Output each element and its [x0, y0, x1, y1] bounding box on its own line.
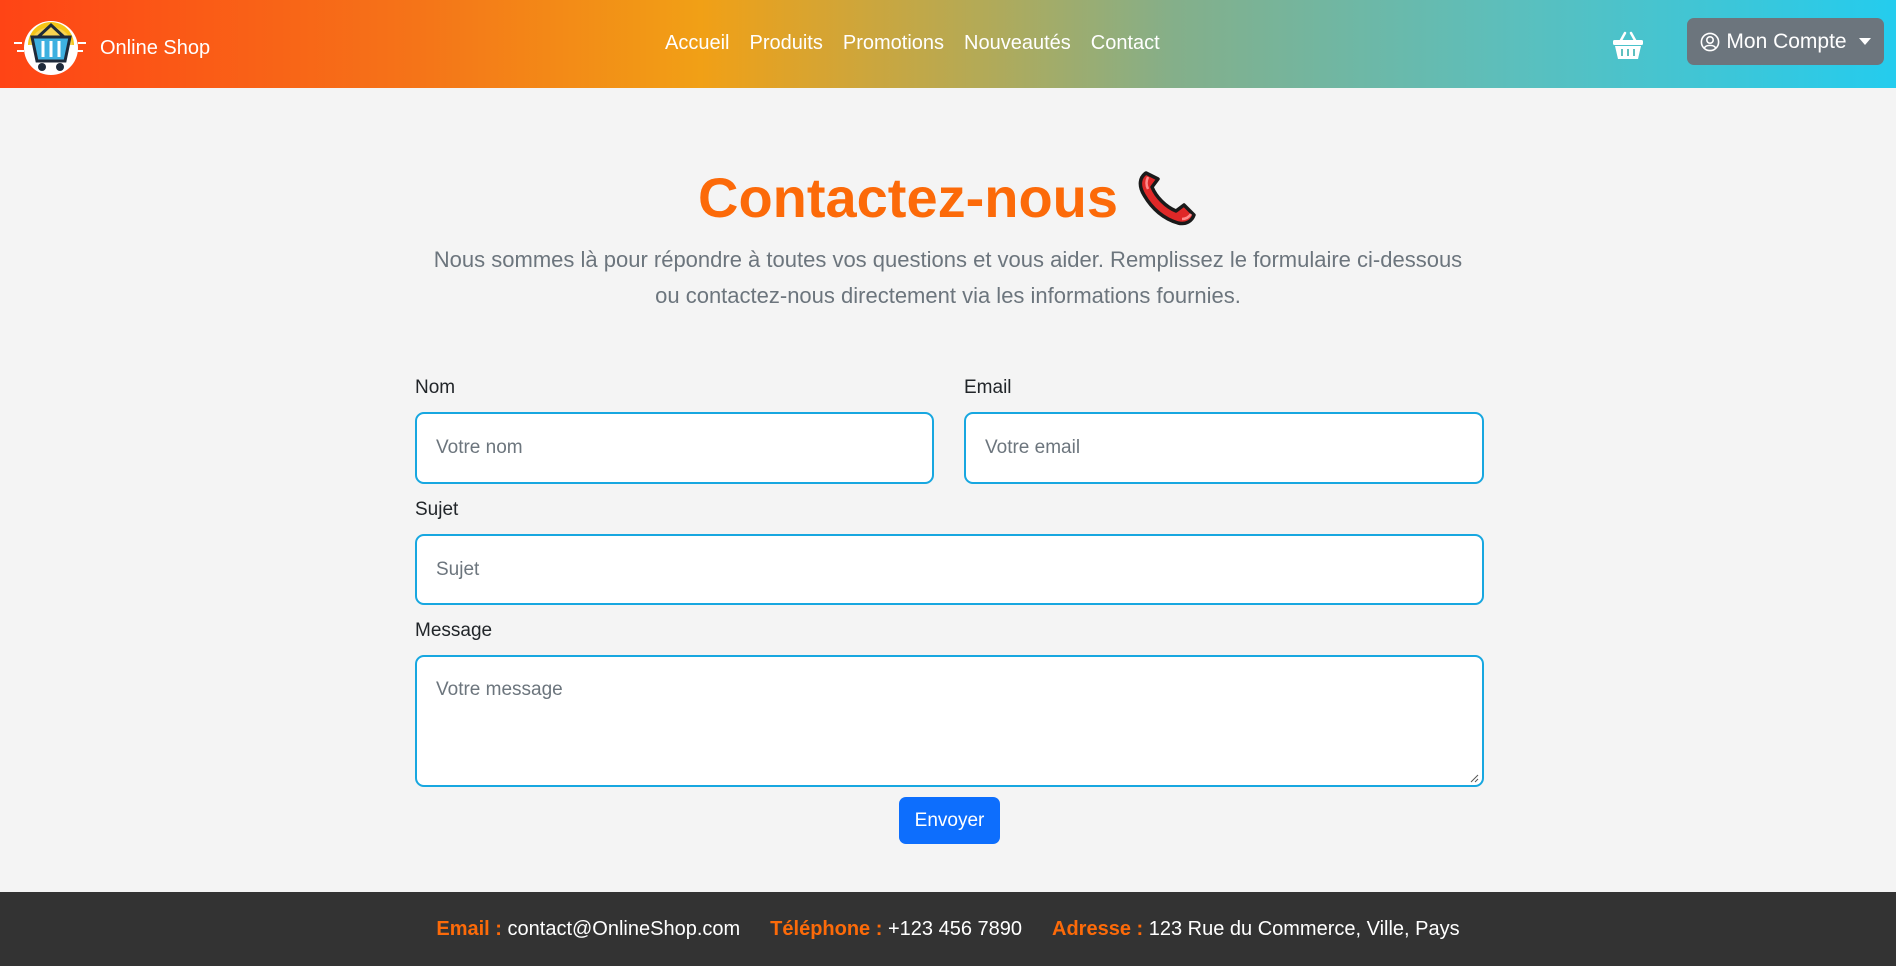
navbar: Online Shop Accueil Produits Promotions …: [0, 0, 1896, 88]
nav-link-contact[interactable]: Contact: [1091, 32, 1160, 55]
sujet-input[interactable]: [415, 534, 1484, 605]
main-nav: Accueil Produits Promotions Nouveautés C…: [665, 32, 1180, 55]
footer-address-value: 123 Rue du Commerce, Ville, Pays: [1148, 917, 1460, 940]
footer-address: Adresse : 123 Rue du Commerce, Ville, Pa…: [1052, 918, 1460, 941]
message-textarea[interactable]: [415, 655, 1484, 787]
nav-link-nouveautes[interactable]: Nouveautés: [964, 32, 1071, 55]
intro-text: Nous sommes là pour répondre à toutes vo…: [433, 247, 1463, 308]
footer-email-value[interactable]: contact@OnlineShop.com: [508, 918, 741, 940]
footer-phone-label: Téléphone :: [770, 917, 883, 940]
nav-link-promotions[interactable]: Promotions: [843, 32, 944, 55]
basket-icon[interactable]: [1612, 29, 1644, 61]
footer-phone: Téléphone : +123 456 7890: [770, 918, 1022, 941]
email-input[interactable]: [964, 412, 1484, 484]
email-label: Email: [964, 377, 1012, 398]
caret-down-icon: [1858, 38, 1871, 45]
footer-address-label: Adresse :: [1052, 917, 1144, 940]
brand[interactable]: Online Shop: [14, 19, 210, 77]
nom-label: Nom: [415, 377, 456, 398]
account-label: Mon Compte: [1726, 29, 1847, 53]
footer-email-label: Email :: [436, 917, 502, 940]
nav-link-accueil[interactable]: Accueil: [665, 32, 729, 55]
resize-grip-icon[interactable]: [1469, 770, 1479, 783]
footer-email: Email : contact@OnlineShop.com: [436, 918, 740, 941]
message-label: Message: [415, 620, 493, 641]
nav-link-produits[interactable]: Produits: [749, 32, 822, 55]
account-dropdown-button[interactable]: Mon Compte: [1687, 18, 1884, 65]
shopping-basket-logo-icon: [14, 19, 86, 77]
brand-name: Online Shop: [100, 36, 211, 59]
footer-phone-value[interactable]: +123 456 7890: [888, 918, 1022, 940]
page-title: Contactez-nous: [0, 162, 1896, 234]
page-title-text: Contactez-nous: [698, 166, 1118, 229]
footer: Email : contact@OnlineShop.com Téléphone…: [0, 892, 1896, 966]
user-circle-icon: [1700, 32, 1720, 52]
envoyer-button[interactable]: Envoyer: [899, 797, 1000, 844]
nom-input[interactable]: [415, 412, 934, 484]
telephone-receiver-icon: [1136, 165, 1198, 227]
sujet-label: Sujet: [415, 499, 459, 520]
